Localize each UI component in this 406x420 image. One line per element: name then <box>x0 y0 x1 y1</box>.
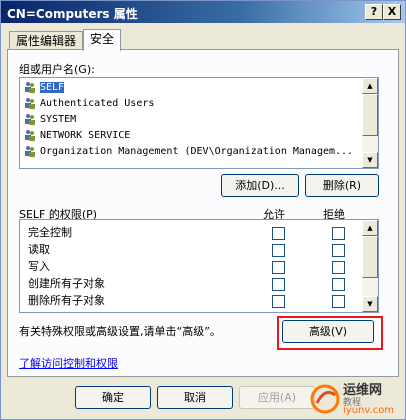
permission-name: 删除所有子对象 <box>28 294 105 307</box>
permission-name: 完全控制 <box>28 226 72 239</box>
list-item[interactable]: Authenticated Users <box>24 96 360 112</box>
list-item-label: SELF <box>38 81 66 94</box>
advanced-button[interactable]: 高级(V) <box>282 320 374 343</box>
deny-checkbox[interactable] <box>332 261 345 274</box>
permission-row: 删除所有子对象 <box>20 292 360 309</box>
groups-scrollbar[interactable]: ▲ ▼ <box>362 78 378 168</box>
permission-row: 完全控制 <box>20 224 360 241</box>
properties-window: CN=Computers 属性 ? X 属性编辑器 安全 组或用户名(G): S… <box>0 0 406 420</box>
list-item-label: SYSTEM <box>40 114 77 125</box>
deny-checkbox[interactable] <box>332 278 345 291</box>
groups-label: 组或用户名(G): <box>19 63 95 76</box>
tab-security[interactable]: 安全 <box>83 29 122 51</box>
cancel-button[interactable]: 取消 <box>157 386 233 409</box>
ok-button[interactable]: 确定 <box>75 386 151 409</box>
scroll-thumb[interactable] <box>362 236 378 278</box>
permission-name: 读取 <box>28 243 50 256</box>
list-item[interactable]: NETWORK SERVICE <box>24 128 360 144</box>
deny-checkbox[interactable] <box>332 227 345 240</box>
watermark-domain: iyunv.com <box>343 405 395 416</box>
permission-name: 创建所有子对象 <box>28 277 105 290</box>
apply-button[interactable]: 应用(A) <box>239 386 315 409</box>
list-item[interactable]: SELF <box>24 80 360 96</box>
scroll-down-icon[interactable]: ▼ <box>362 152 378 168</box>
allow-checkbox[interactable] <box>272 227 285 240</box>
list-item[interactable]: SYSTEM <box>24 112 360 128</box>
permission-row: 创建所有子对象 <box>20 275 360 292</box>
help-button[interactable]: ? <box>365 4 383 20</box>
close-button[interactable]: X <box>383 4 401 20</box>
title-bar[interactable]: CN=Computers 属性 ? X <box>1 1 405 23</box>
list-item[interactable]: Organization Management (DEV\Organizatio… <box>24 144 360 160</box>
list-item-label: Organization Management (DEV\Organizatio… <box>40 146 354 157</box>
watermark: 运维网 教程 iyunv.com <box>309 377 405 419</box>
scroll-up-icon[interactable]: ▲ <box>362 220 378 236</box>
tab-attribute-editor[interactable]: 属性编辑器 <box>9 31 84 50</box>
deny-checkbox[interactable] <box>332 295 345 308</box>
permission-name: 写入 <box>28 260 50 273</box>
deny-checkbox[interactable] <box>332 244 345 257</box>
tab-strip: 属性编辑器 安全 <box>7 29 397 51</box>
remove-button[interactable]: 删除(R) <box>305 174 379 197</box>
allow-checkbox[interactable] <box>272 295 285 308</box>
users-icon <box>25 114 35 125</box>
window-title: CN=Computers 属性 <box>7 7 138 21</box>
permission-row: 写入 <box>20 258 360 275</box>
scroll-down-icon[interactable]: ▼ <box>362 296 378 312</box>
permissions-list: 完全控制 读取 写入 创建所有子对象 删除所有子对象 ▲ ▼ <box>19 219 379 313</box>
allow-checkbox[interactable] <box>272 261 285 274</box>
advanced-note: 有关特殊权限或高级设置,请单击“高级”。 <box>19 325 221 338</box>
watermark-logo-icon <box>310 384 340 414</box>
access-control-help-link[interactable]: 了解访问控制和权限 <box>19 355 118 371</box>
scroll-thumb[interactable] <box>362 94 378 136</box>
add-button[interactable]: 添加(D)... <box>221 174 299 197</box>
users-icon <box>25 98 35 109</box>
users-icon <box>25 82 35 93</box>
users-icon <box>25 130 35 141</box>
group-user-list[interactable]: SELF Authenticated Users SYSTEM NETWORK … <box>19 77 379 169</box>
allow-checkbox[interactable] <box>272 278 285 291</box>
allow-checkbox[interactable] <box>272 244 285 257</box>
users-icon <box>25 146 35 157</box>
permissions-scrollbar[interactable]: ▲ ▼ <box>362 220 378 312</box>
scroll-up-icon[interactable]: ▲ <box>362 78 378 94</box>
list-item-label: Authenticated Users <box>40 98 155 109</box>
list-item-label: NETWORK SERVICE <box>40 130 131 141</box>
permission-row: 读取 <box>20 241 360 258</box>
